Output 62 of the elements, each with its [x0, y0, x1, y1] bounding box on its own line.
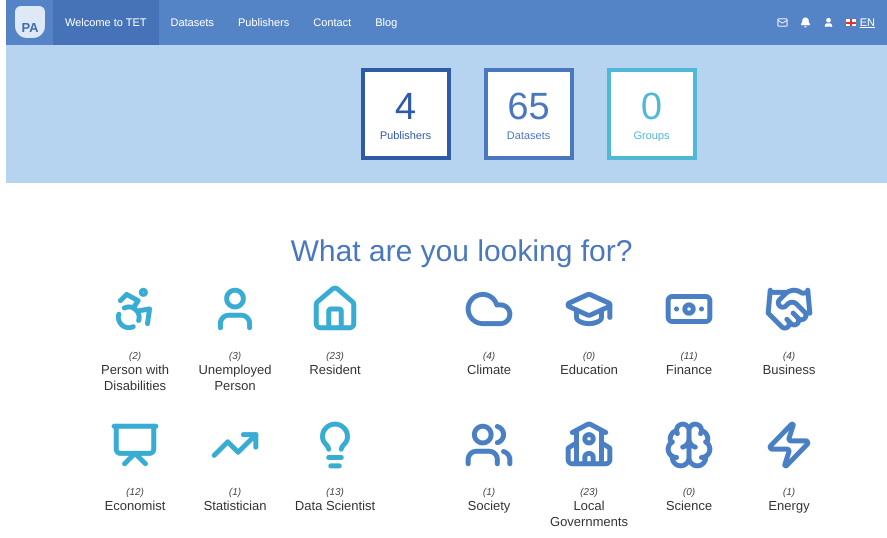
nav-link[interactable]: Welcome to TET	[53, 0, 159, 45]
stat-label: Publishers	[380, 130, 432, 142]
language-selector[interactable]: EN	[846, 16, 875, 28]
category-tile[interactable]: (23) Local Governments	[540, 415, 638, 538]
dataset-count: (13)	[326, 487, 344, 498]
category-tile[interactable]: (1) Statistician	[186, 415, 284, 538]
category-label: Energy	[767, 498, 811, 514]
mail-icon[interactable]	[776, 17, 788, 28]
nav-link[interactable]: Publishers	[226, 0, 302, 45]
dataset-count: (1)	[482, 487, 496, 498]
stat-value: 65	[507, 86, 550, 128]
category-label: Economist	[104, 498, 166, 514]
category-label: Person with Disabilities	[100, 362, 170, 394]
stat-card[interactable]: 65 Datasets	[484, 68, 574, 160]
category-tile[interactable]: (23) Resident	[286, 279, 384, 409]
category-label: Business	[762, 362, 816, 378]
bell-icon[interactable]	[800, 17, 811, 28]
dataset-count: (3)	[228, 351, 242, 362]
dataset-count: (0)	[682, 487, 696, 498]
category-label: Unemployed Person	[198, 362, 272, 394]
category-tile[interactable]: (2) Person with Disabilities	[86, 279, 184, 409]
category-label: Statistician	[202, 498, 268, 514]
dataset-count: (4)	[782, 351, 796, 362]
category-tile[interactable]: (11) Finance	[640, 279, 738, 409]
category-label: Education	[559, 362, 619, 378]
dataset-count: (2)	[128, 351, 142, 362]
stat-card[interactable]: 4 Publishers	[360, 68, 450, 160]
stat-label: Groups	[633, 130, 670, 142]
dataset-count: (11)	[680, 351, 698, 362]
dataset-count: (12)	[126, 487, 144, 498]
category-label: Finance	[664, 362, 714, 378]
stat-value: 0	[640, 86, 662, 128]
dataset-count: (1)	[782, 487, 796, 498]
nav-link[interactable]: Contact	[301, 0, 364, 45]
dataset-count: (4)	[482, 351, 496, 362]
category-tile[interactable]: (4) Climate	[440, 279, 538, 409]
stat-value: 4	[394, 86, 416, 128]
dataset-count: (23)	[326, 351, 344, 362]
section-heading: What are you looking for?	[290, 235, 634, 269]
nav-link[interactable]: Datasets	[158, 0, 226, 45]
category-tile[interactable]: (4) Business	[740, 279, 838, 409]
category-tile[interactable]: (0) Science	[640, 415, 738, 538]
shield-logo[interactable]: PA	[15, 6, 45, 38]
category-tile[interactable]: (0) Education	[540, 279, 638, 409]
dataset-count: (0)	[582, 351, 596, 362]
brain-icon	[664, 420, 714, 470]
category-tile[interactable]: (13) Data Scientist	[286, 415, 384, 538]
dataset-count: (23)	[580, 487, 598, 498]
category-tile[interactable]: (1) Energy	[740, 415, 838, 538]
category-label: Climate	[466, 362, 512, 378]
category-label: Science	[664, 498, 714, 514]
category-label: Data Scientist	[294, 498, 376, 514]
nav-link[interactable]: Blog	[363, 0, 410, 45]
category-label: Resident	[308, 362, 362, 378]
category-label: Society	[466, 498, 512, 514]
user-icon[interactable]	[822, 17, 834, 28]
category-label: Local Governments	[548, 498, 630, 530]
category-tile[interactable]: (1) Society	[440, 415, 538, 538]
category-tile[interactable]: (12) Economist	[86, 415, 184, 538]
category-tile[interactable]: (3) Unemployed Person	[186, 279, 284, 409]
stat-label: Datasets	[506, 130, 550, 142]
dataset-count: (1)	[228, 487, 242, 498]
